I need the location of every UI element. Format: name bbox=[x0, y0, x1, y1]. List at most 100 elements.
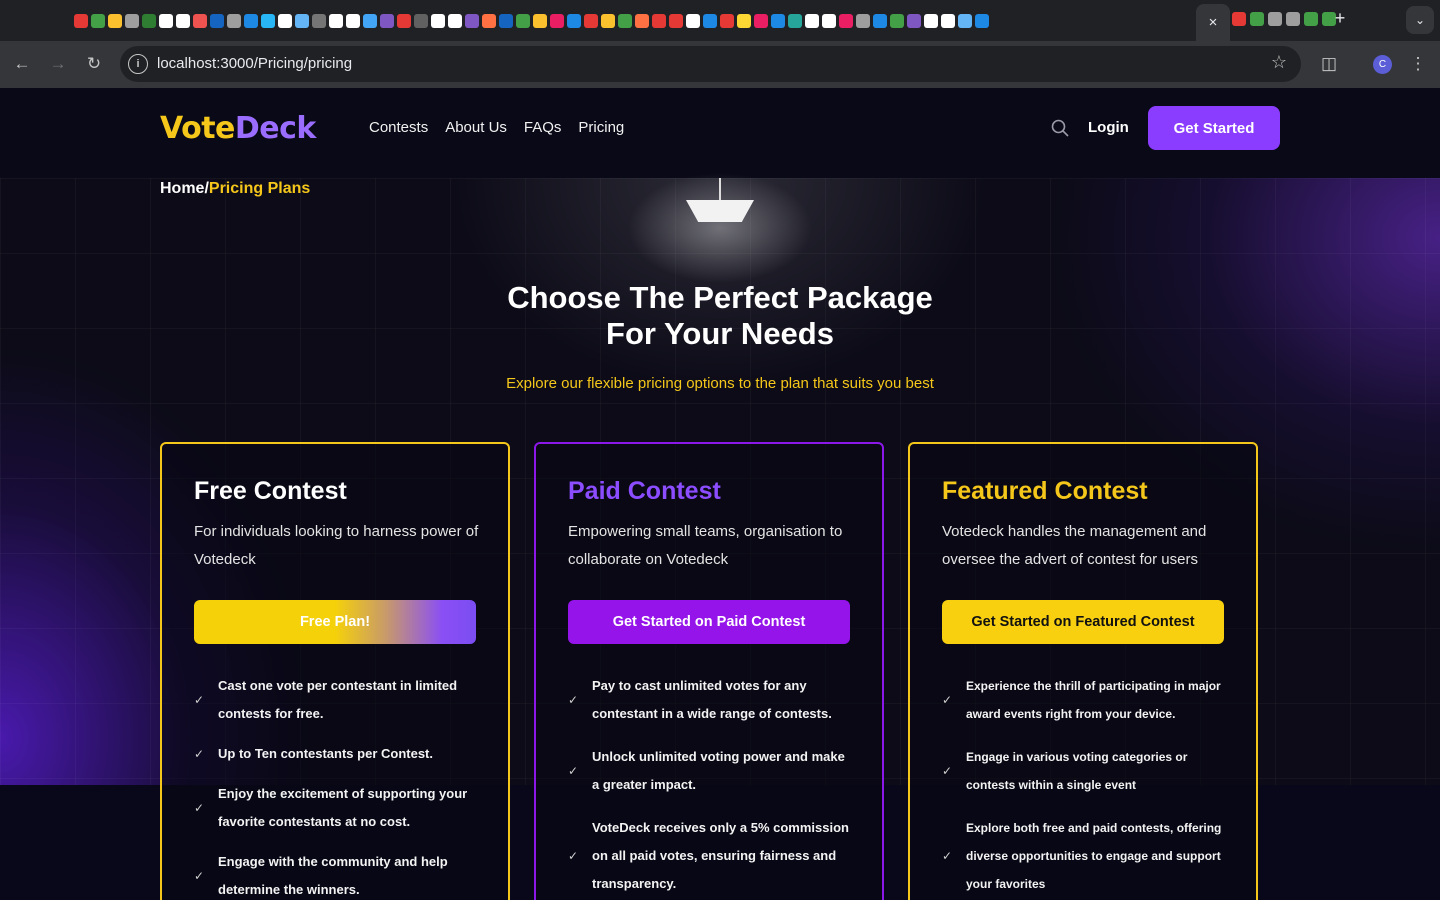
tab-favicon-icon[interactable] bbox=[244, 14, 258, 28]
search-icon[interactable] bbox=[1050, 118, 1070, 138]
plan-card-free: Free Contest For individuals looking to … bbox=[160, 442, 510, 900]
tab-favicon-icon[interactable] bbox=[669, 14, 683, 28]
tab-favicon-icon[interactable] bbox=[975, 14, 989, 28]
tab-favicon-icon[interactable] bbox=[754, 14, 768, 28]
tab-favicon-icon[interactable] bbox=[312, 14, 326, 28]
featured-contest-button[interactable]: Get Started on Featured Contest bbox=[942, 600, 1224, 644]
tab-favicon-icon[interactable] bbox=[873, 14, 887, 28]
tab-favicon-icon[interactable] bbox=[788, 14, 802, 28]
tab-favicon-icon[interactable] bbox=[652, 14, 666, 28]
nav-about-us[interactable]: About Us bbox=[445, 119, 507, 136]
tab-favicon-icon[interactable] bbox=[839, 14, 853, 28]
page-content: VoteDeck Contests About Us FAQs Pricing … bbox=[0, 88, 1440, 900]
tab-favicon-icon[interactable] bbox=[686, 14, 700, 28]
tab-favicon-icon[interactable] bbox=[414, 14, 428, 28]
tab-favicon-icon[interactable] bbox=[737, 14, 751, 28]
tab-favicon-icon[interactable] bbox=[941, 14, 955, 28]
tab-favicon-icon[interactable] bbox=[227, 14, 241, 28]
tab-favicon-icon[interactable] bbox=[907, 14, 921, 28]
main-nav: Contests About Us FAQs Pricing bbox=[369, 119, 624, 136]
tab-favicon-icon[interactable] bbox=[193, 14, 207, 28]
tab-favicon-icon[interactable] bbox=[720, 14, 734, 28]
tab-favicon-icon[interactable] bbox=[601, 14, 615, 28]
active-tab[interactable]: × bbox=[1196, 4, 1230, 41]
browser-tabstrip: × + ⌄ bbox=[0, 0, 1440, 41]
plan-title: Featured Contest bbox=[942, 477, 1148, 505]
tab-favicon-icon[interactable] bbox=[771, 14, 785, 28]
tab-favicon-icon[interactable] bbox=[465, 14, 479, 28]
tab-search-button[interactable]: ⌄ bbox=[1406, 6, 1434, 34]
breadcrumb-home[interactable]: Home bbox=[160, 180, 204, 197]
tab-favicon-icon[interactable] bbox=[1250, 12, 1264, 26]
tab-favicon-icon[interactable] bbox=[448, 14, 462, 28]
tab-favicon-icon[interactable] bbox=[635, 14, 649, 28]
back-button[interactable]: ← bbox=[9, 51, 35, 77]
tab-favicon-icon[interactable] bbox=[210, 14, 224, 28]
tab-favicon-icon[interactable] bbox=[431, 14, 445, 28]
tab-favicon-icon[interactable] bbox=[261, 14, 275, 28]
tab-favicons[interactable] bbox=[74, 8, 991, 34]
tab-favicon-icon[interactable] bbox=[533, 14, 547, 28]
tab-favicon-icon[interactable] bbox=[618, 14, 632, 28]
tab-favicon-icon[interactable] bbox=[1232, 12, 1246, 26]
login-link[interactable]: Login bbox=[1088, 119, 1129, 136]
tab-favicon-icon[interactable] bbox=[91, 14, 105, 28]
get-started-button[interactable]: Get Started bbox=[1148, 106, 1280, 150]
reload-button[interactable]: ↻ bbox=[81, 51, 107, 77]
free-plan-button[interactable]: Free Plan! bbox=[194, 600, 476, 644]
tab-favicon-icon[interactable] bbox=[74, 14, 88, 28]
url-text[interactable]: localhost:3000/Pricing/pricing bbox=[157, 55, 352, 72]
tab-favicon-icon[interactable] bbox=[176, 14, 190, 28]
tab-favicon-icon[interactable] bbox=[924, 14, 938, 28]
extensions-button[interactable]: ◫ bbox=[1316, 51, 1342, 77]
tab-favicons-right[interactable] bbox=[1232, 12, 1338, 26]
address-bar[interactable]: i localhost:3000/Pricing/pricing ☆ bbox=[120, 46, 1301, 82]
tab-favicon-icon[interactable] bbox=[295, 14, 309, 28]
tab-favicon-icon[interactable] bbox=[329, 14, 343, 28]
tab-favicon-icon[interactable] bbox=[958, 14, 972, 28]
plan-card-paid: Paid Contest Empowering small teams, org… bbox=[534, 442, 884, 900]
tab-favicon-icon[interactable] bbox=[516, 14, 530, 28]
tab-favicon-icon[interactable] bbox=[890, 14, 904, 28]
new-tab-button[interactable]: + bbox=[1330, 8, 1350, 29]
tab-favicon-icon[interactable] bbox=[159, 14, 173, 28]
plan-card-featured: Featured Contest Votedeck handles the ma… bbox=[908, 442, 1258, 900]
check-icon: ✓ bbox=[568, 693, 579, 707]
tab-favicon-icon[interactable] bbox=[125, 14, 139, 28]
tab-favicon-icon[interactable] bbox=[380, 14, 394, 28]
arrow-left-icon: ← bbox=[13, 54, 31, 73]
tab-favicon-icon[interactable] bbox=[346, 14, 360, 28]
nav-pricing[interactable]: Pricing bbox=[578, 119, 624, 136]
tab-favicon-icon[interactable] bbox=[550, 14, 564, 28]
tab-favicon-icon[interactable] bbox=[856, 14, 870, 28]
tab-close-icon[interactable]: × bbox=[1209, 14, 1218, 31]
tab-favicon-icon[interactable] bbox=[363, 14, 377, 28]
tab-favicon-icon[interactable] bbox=[278, 14, 292, 28]
site-info-icon[interactable]: i bbox=[128, 54, 148, 74]
nav-faqs[interactable]: FAQs bbox=[524, 119, 562, 136]
tab-favicon-icon[interactable] bbox=[108, 14, 122, 28]
tab-favicon-icon[interactable] bbox=[703, 14, 717, 28]
profile-avatar[interactable]: C bbox=[1373, 55, 1392, 74]
browser-menu-button[interactable]: ⋮ bbox=[1405, 51, 1431, 77]
tab-favicon-icon[interactable] bbox=[397, 14, 411, 28]
tab-favicon-icon[interactable] bbox=[1286, 12, 1300, 26]
browser-toolbar: ← → ↻ i localhost:3000/Pricing/pricing ☆… bbox=[0, 41, 1440, 88]
tab-favicon-icon[interactable] bbox=[567, 14, 581, 28]
tab-favicon-icon[interactable] bbox=[482, 14, 496, 28]
tab-favicon-icon[interactable] bbox=[1304, 12, 1318, 26]
nav-contests[interactable]: Contests bbox=[369, 119, 428, 136]
forward-button[interactable]: → bbox=[45, 51, 71, 77]
tab-favicon-icon[interactable] bbox=[822, 14, 836, 28]
plan-feature: Experience the thrill of participating i… bbox=[966, 679, 1221, 721]
tab-favicon-icon[interactable] bbox=[805, 14, 819, 28]
tab-favicon-icon[interactable] bbox=[584, 14, 598, 28]
check-icon: ✓ bbox=[942, 693, 953, 707]
site-logo[interactable]: VoteDeck bbox=[160, 111, 316, 146]
paid-contest-button[interactable]: Get Started on Paid Contest bbox=[568, 600, 850, 644]
tab-favicon-icon[interactable] bbox=[142, 14, 156, 28]
check-icon: ✓ bbox=[942, 764, 953, 778]
bookmark-star-icon[interactable]: ☆ bbox=[1271, 52, 1287, 73]
tab-favicon-icon[interactable] bbox=[499, 14, 513, 28]
tab-favicon-icon[interactable] bbox=[1268, 12, 1282, 26]
